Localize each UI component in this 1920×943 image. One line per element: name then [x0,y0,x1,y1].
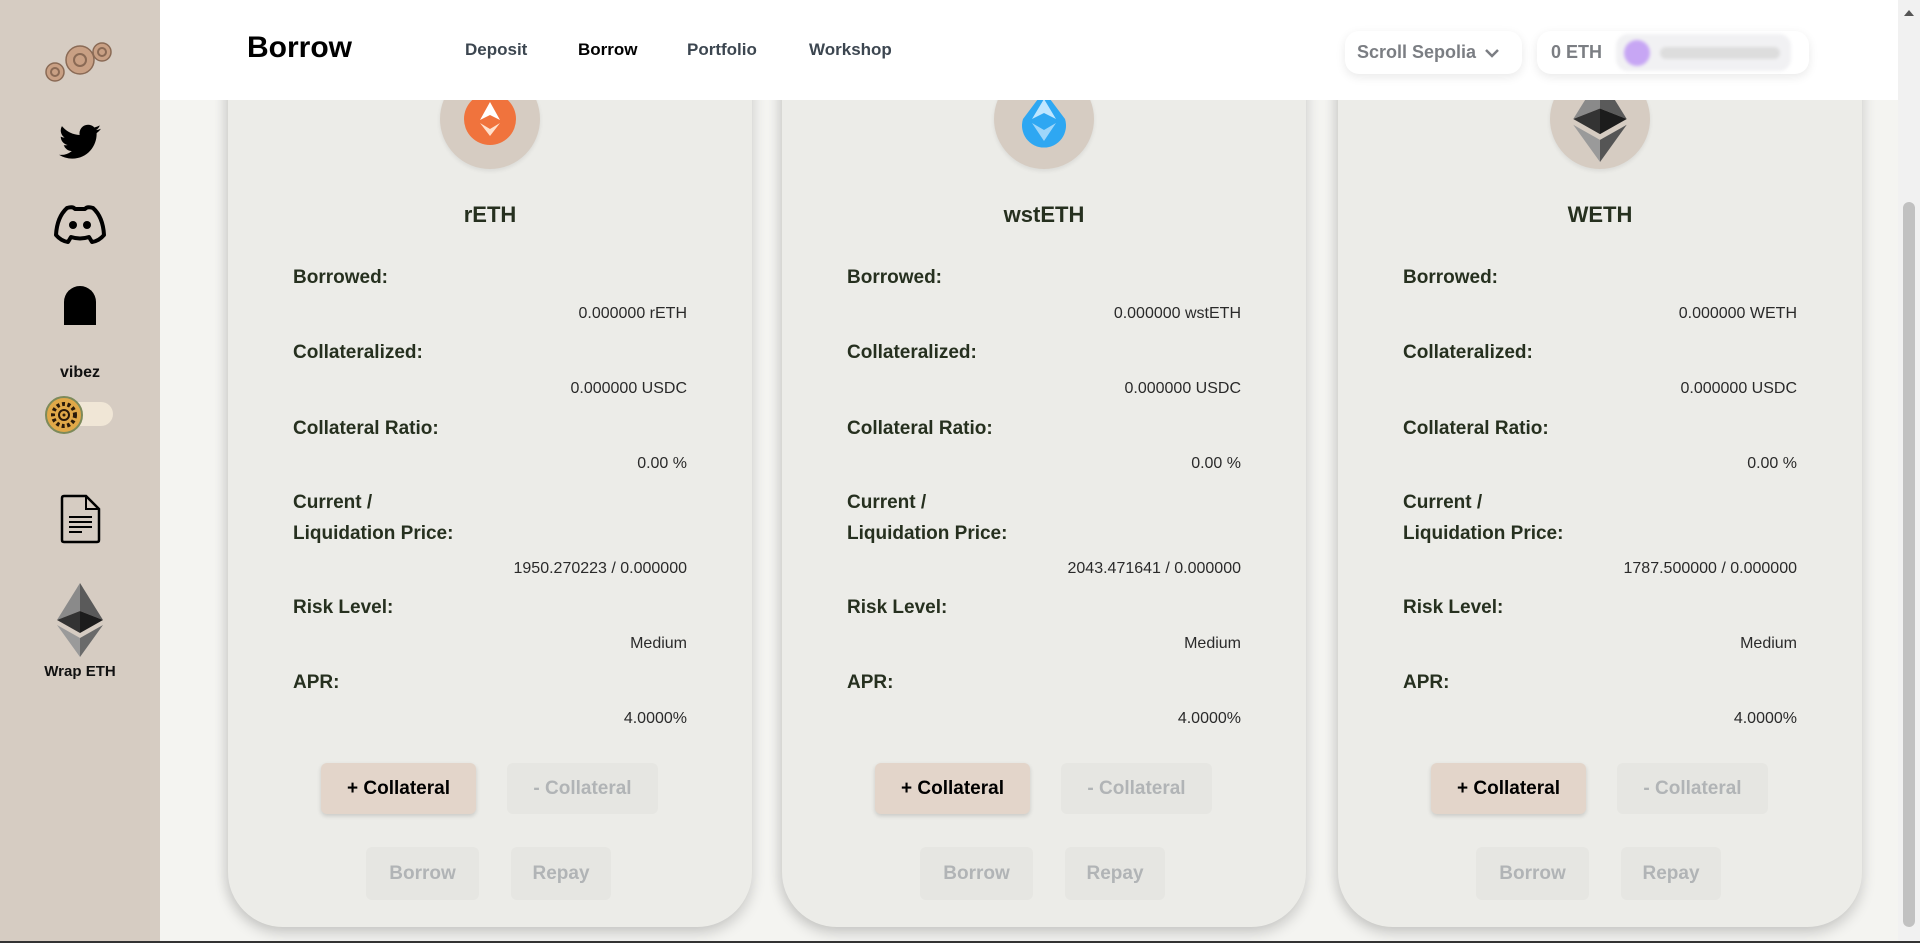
network-name: Scroll Sepolia [1357,42,1477,62]
price-label-line1: Current / [847,492,927,513]
wrap-eth-label: Wrap ETH [44,663,116,680]
token-card-wsteth: wstETH Borrowed: 0.000000 wstETH Collate… [782,0,1306,927]
add-collateral-button[interactable]: + Collateral [321,763,476,814]
discord-link[interactable] [0,203,160,245]
account-button[interactable]: 0 ETH [1537,31,1809,74]
gear-icon [45,396,83,434]
ghost-link[interactable] [0,285,160,325]
collateralized-value: 0.000000 USDC [1124,380,1241,397]
collateralized-label: Collateralized: [293,342,423,363]
collateralized-value: 0.000000 USDC [570,380,687,397]
risk-value: Medium [630,635,687,652]
token-card-weth: WETH Borrowed: 0.000000 WETH Collaterali… [1338,0,1862,927]
apr-label: APR: [293,672,340,693]
ethereum-icon [57,583,103,657]
price-value: 1787.500000 / 0.000000 [1623,560,1798,577]
borrowed-value: 0.000000 WETH [1678,305,1797,322]
vibez-label: vibez [59,364,100,381]
remove-collateral-button[interactable]: - Collateral [1061,763,1212,814]
scrollbar[interactable] [1898,0,1920,943]
price-label-line1: Current / [293,492,373,513]
apr-value: 4.0000% [623,710,687,727]
remove-collateral-button[interactable]: - Collateral [1617,763,1768,814]
ratio-label: Collateral Ratio: [293,418,439,439]
gears-logo[interactable] [0,38,160,88]
token-name: WETH [1567,202,1633,227]
collateralized-label: Collateralized: [847,342,977,363]
collateralized-label: Collateralized: [1403,342,1533,363]
ratio-value: 0.00 % [637,455,687,472]
ratio-label: Collateral Ratio: [847,418,993,439]
twitter-icon [59,124,101,159]
borrowed-value: 0.000000 wstETH [1113,305,1241,322]
discord-icon [54,205,106,244]
borrowed-value: 0.000000 rETH [578,305,687,322]
scroll-up-icon[interactable] [1904,10,1914,16]
ratio-value: 0.00 % [1191,455,1241,472]
add-collateral-button[interactable]: + Collateral [875,763,1030,814]
nav-workshop[interactable]: Workshop [809,40,892,60]
borrow-button[interactable]: Borrow [920,847,1033,900]
price-label-line2: Liquidation Price: [847,523,1008,544]
ratio-value: 0.00 % [1747,455,1797,472]
nav-portfolio[interactable]: Portfolio [687,40,757,60]
wrap-eth-button[interactable]: Wrap ETH [0,583,160,680]
borrow-button[interactable]: Borrow [366,847,479,900]
vibez-toggle[interactable] [45,396,113,434]
price-label-line2: Liquidation Price: [1403,523,1564,544]
risk-value: Medium [1184,635,1241,652]
twitter-link[interactable] [0,124,160,160]
sidebar: vibez Wrap ETH [0,0,160,943]
ghost-icon [64,286,96,325]
borrow-button[interactable]: Borrow [1476,847,1589,900]
remove-collateral-button[interactable]: - Collateral [507,763,658,814]
nav-deposit[interactable]: Deposit [465,40,527,60]
risk-label: Risk Level: [1403,597,1504,618]
repay-button[interactable]: Repay [1621,847,1721,900]
borrowed-label: Borrowed: [1403,267,1498,288]
token-name: rETH [463,202,517,227]
top-header: Borrow Deposit Borrow Portfolio Workshop… [160,0,1898,100]
ratio-label: Collateral Ratio: [1403,418,1549,439]
repay-button[interactable]: Repay [1065,847,1165,900]
nav-borrow[interactable]: Borrow [578,40,638,60]
chevron-down-icon [1485,48,1499,58]
borrowed-label: Borrowed: [293,267,388,288]
page-title: Borrow [247,31,352,64]
wallet-address [1616,34,1792,71]
collateralized-value: 0.000000 USDC [1680,380,1797,397]
network-selector[interactable]: Scroll Sepolia [1345,31,1522,74]
scrollbar-thumb[interactable] [1903,202,1915,927]
repay-button[interactable]: Repay [511,847,611,900]
price-label-line2: Liquidation Price: [293,523,454,544]
price-value: 1950.270223 / 0.000000 [513,560,688,577]
apr-value: 4.0000% [1733,710,1797,727]
add-collateral-button[interactable]: + Collateral [1431,763,1586,814]
vibez-section: vibez [0,364,160,434]
token-card-reth: rETH Borrowed: 0.000000 rETH Collaterali… [228,0,752,927]
price-label-line1: Current / [1403,492,1483,513]
apr-value: 4.0000% [1177,710,1241,727]
token-name: wstETH [1003,202,1085,227]
risk-value: Medium [1740,635,1797,652]
price-value: 2043.471641 / 0.000000 [1067,560,1242,577]
eth-balance: 0 ETH [1551,42,1603,62]
risk-label: Risk Level: [293,597,394,618]
apr-label: APR: [1403,672,1450,693]
apr-label: APR: [847,672,894,693]
avatar [1624,39,1651,66]
document-icon [60,494,101,544]
borrowed-label: Borrowed: [847,267,942,288]
docs-link[interactable] [0,494,160,544]
risk-label: Risk Level: [847,597,948,618]
